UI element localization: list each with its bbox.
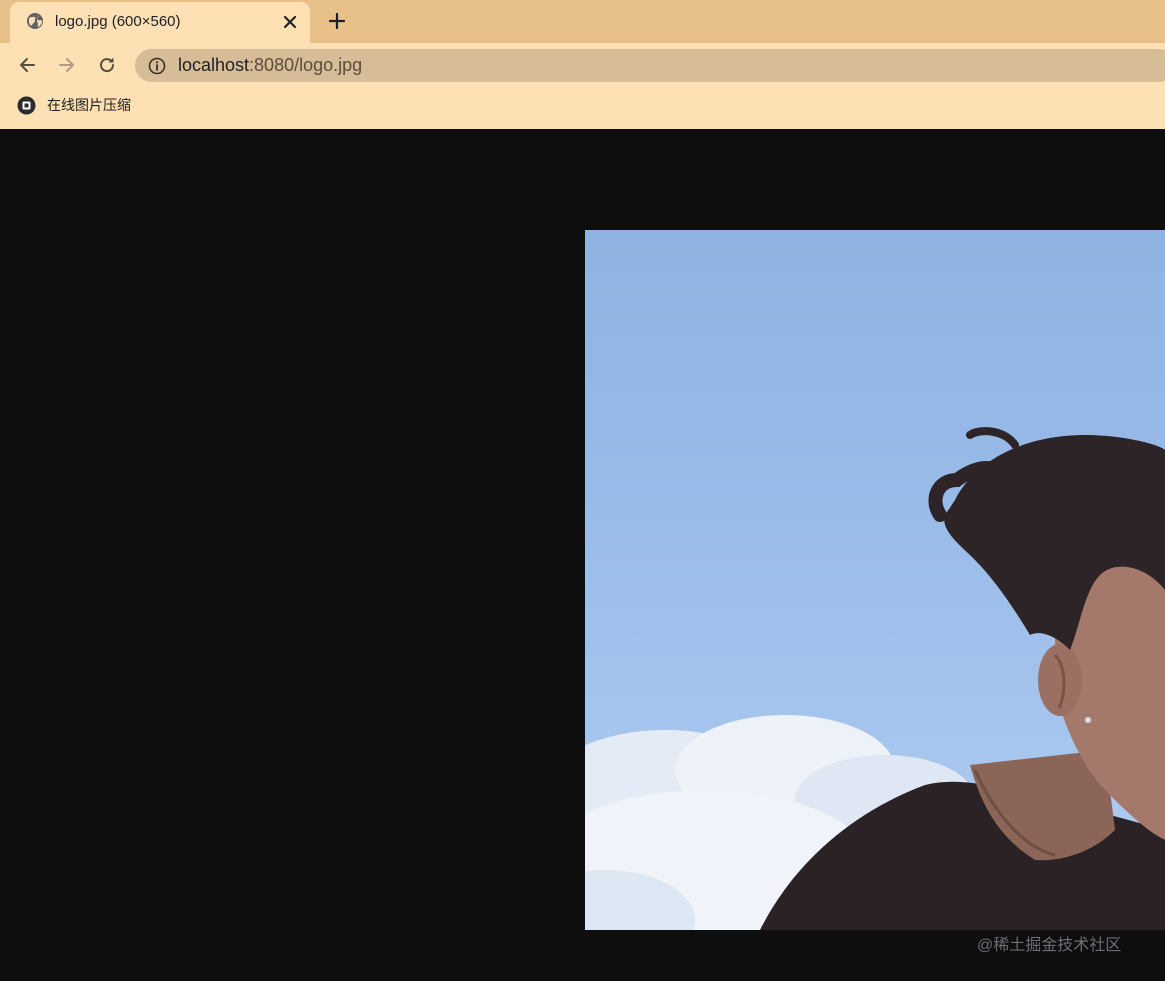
tab-strip: logo.jpg (600×560) [0,0,1165,43]
plus-icon[interactable] [326,10,348,32]
address-host: localhost [178,55,250,75]
address-bar[interactable]: localhost:8080/logo.jpg [135,49,1165,82]
browser-chrome: logo.jpg (600×560) localhost:8080/logo.j… [0,0,1165,129]
close-icon[interactable] [280,12,300,32]
address-url[interactable]: localhost:8080/logo.jpg [178,55,362,76]
reload-icon[interactable] [95,53,119,77]
bookmark-item[interactable]: 在线图片压缩 [17,95,131,115]
bookmark-app-icon [17,96,36,115]
address-path: :8080/logo.jpg [249,55,363,75]
back-arrow-icon[interactable] [15,53,39,77]
photo-image [585,230,1165,930]
forward-arrow-icon[interactable] [55,53,79,77]
info-icon[interactable] [148,57,166,75]
watermark-text: @稀土掘金技术社区 [977,937,1122,954]
bookmark-label: 在线图片压缩 [47,97,131,113]
tab-title: logo.jpg (600×560) [55,13,181,30]
image-viewer [0,129,1165,981]
tab-active[interactable]: logo.jpg (600×560) [10,2,310,43]
globe-icon [26,12,44,30]
